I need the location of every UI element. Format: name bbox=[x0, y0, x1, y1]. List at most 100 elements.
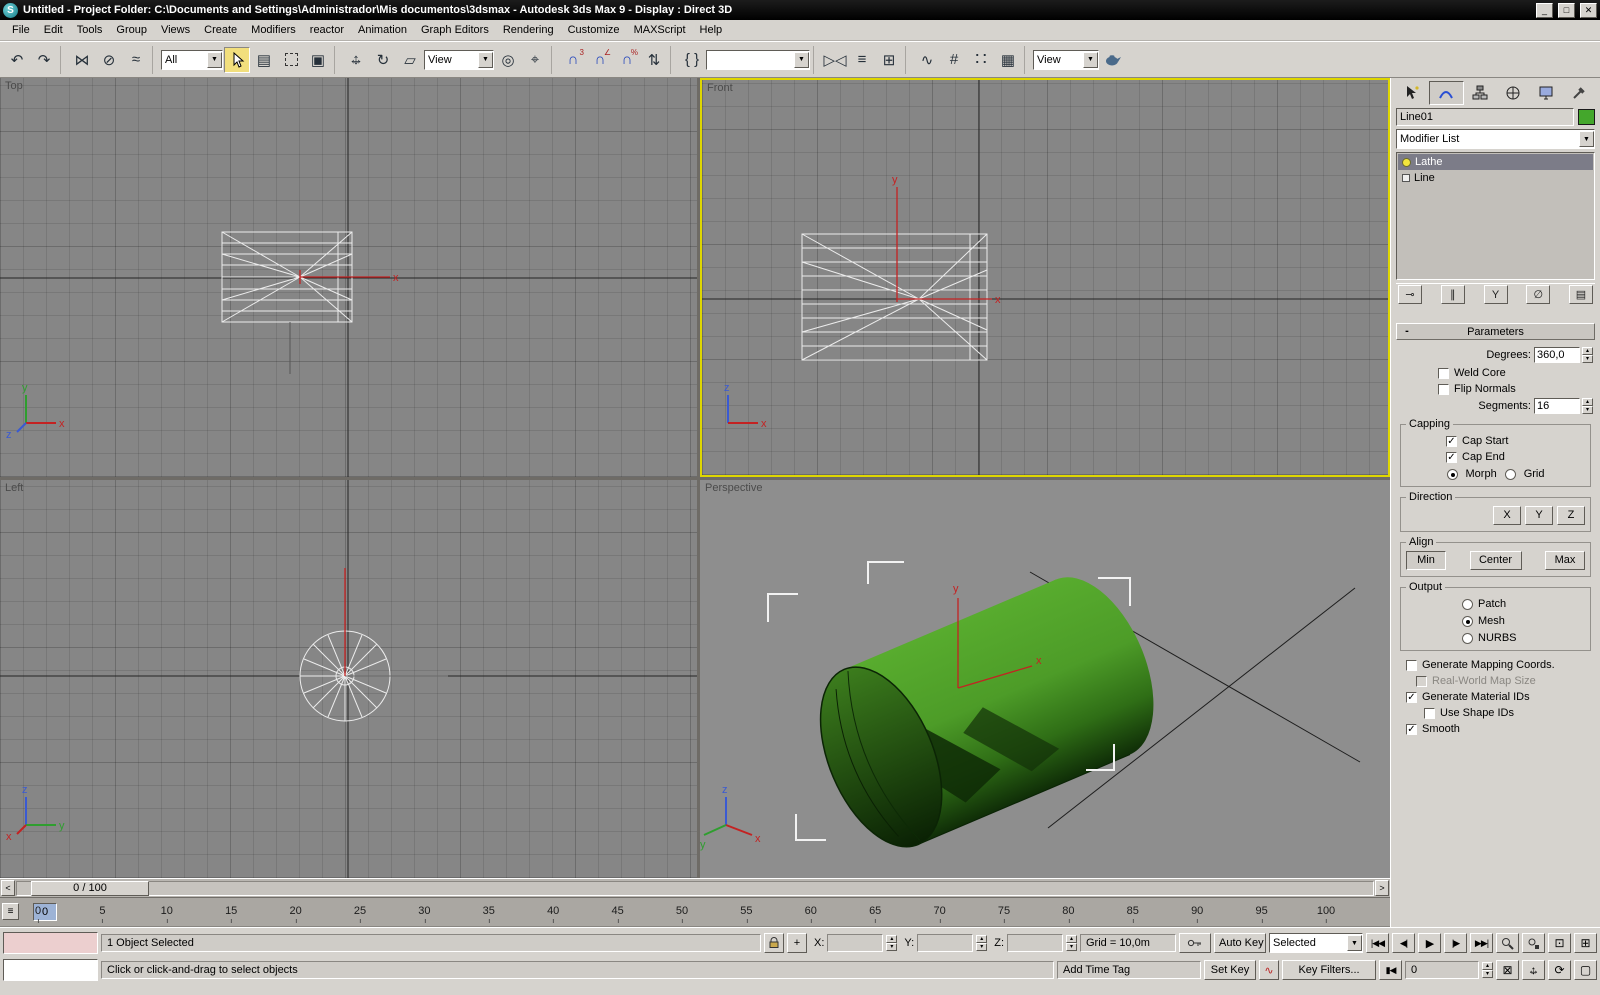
menu-item-group[interactable]: Group bbox=[109, 22, 154, 38]
current-frame-spinner[interactable]: ▴ ▾ bbox=[1482, 962, 1493, 978]
menu-item-animation[interactable]: Animation bbox=[351, 22, 414, 38]
chevron-down-icon[interactable]: ▼ bbox=[478, 51, 493, 68]
bind-to-space-warp-icon[interactable]: ≈ bbox=[123, 47, 149, 73]
modifier-visibility-bulb-icon[interactable] bbox=[1402, 157, 1411, 167]
play-animation-icon[interactable]: ▶ bbox=[1418, 933, 1441, 953]
curve-editor-icon[interactable]: ∿ bbox=[914, 47, 940, 73]
degrees-spinner[interactable]: ▴ ▾ bbox=[1582, 347, 1593, 363]
go-to-start-icon[interactable]: |◀◀ bbox=[1366, 933, 1389, 953]
menu-item-graph-editors[interactable]: Graph Editors bbox=[414, 22, 496, 38]
maxscript-mini-listener[interactable] bbox=[3, 959, 98, 981]
menu-item-customize[interactable]: Customize bbox=[561, 22, 627, 38]
menu-item-edit[interactable]: Edit bbox=[37, 22, 70, 38]
current-frame-field[interactable]: 0 bbox=[1405, 961, 1479, 979]
undo-icon[interactable]: ↶ bbox=[4, 47, 30, 73]
quick-render-icon[interactable] bbox=[1100, 47, 1126, 73]
object-axis-gizmo[interactable]: y x bbox=[892, 174, 1001, 306]
viewport-top[interactable]: x y x z Top bbox=[0, 78, 697, 477]
add-time-tag-field[interactable]: Add Time Tag bbox=[1057, 961, 1201, 979]
percent-snap-toggle-icon[interactable]: ∩% bbox=[614, 47, 640, 73]
chevron-down-icon[interactable]: ▼ bbox=[1347, 935, 1362, 951]
viewport-top-label[interactable]: Top bbox=[5, 80, 23, 92]
object-name-field[interactable]: Line01 bbox=[1396, 108, 1574, 126]
menu-item-rendering[interactable]: Rendering bbox=[496, 22, 561, 38]
arc-rotate-icon[interactable]: ⟳ bbox=[1548, 960, 1571, 980]
grid-radio[interactable] bbox=[1504, 468, 1516, 480]
degrees-input[interactable]: 360,0 bbox=[1534, 347, 1580, 363]
tab-motion[interactable] bbox=[1496, 81, 1529, 105]
select-and-scale-icon[interactable]: ▱ bbox=[397, 47, 423, 73]
min-max-viewport-toggle-icon[interactable]: ▢ bbox=[1574, 960, 1597, 980]
viewport-left-label[interactable]: Left bbox=[5, 482, 23, 494]
snap-toggle-3d-icon[interactable]: ∩ 3 bbox=[560, 47, 586, 73]
menu-item-create[interactable]: Create bbox=[197, 22, 244, 38]
next-frame-icon[interactable]: |▶ bbox=[1444, 933, 1467, 953]
use-shape-ids-checkbox[interactable] bbox=[1424, 707, 1435, 719]
spinner-snap-toggle-icon[interactable]: ⇅ bbox=[641, 47, 667, 73]
direction-x-button[interactable]: X bbox=[1493, 506, 1521, 525]
chevron-down-icon[interactable]: ▼ bbox=[1083, 51, 1098, 68]
time-slider-previous-icon[interactable]: < bbox=[1, 880, 15, 896]
z-coordinate-spinner[interactable]: ▴ ▾ bbox=[1066, 935, 1077, 951]
y-coordinate-spinner[interactable]: ▴ ▾ bbox=[976, 935, 988, 951]
output-patch-radio[interactable] bbox=[1462, 598, 1473, 610]
key-filter-selection-dropdown[interactable]: Selected ▼ bbox=[1269, 933, 1363, 953]
named-selection-sets-dropdown[interactable]: ▼ bbox=[706, 49, 810, 70]
viewport-perspective[interactable]: y x z x y Perspective bbox=[700, 480, 1390, 878]
time-slider-next-icon[interactable]: > bbox=[1375, 880, 1389, 896]
base-object-icon[interactable] bbox=[1402, 174, 1410, 182]
tab-modify[interactable] bbox=[1428, 81, 1464, 105]
auto-key-button[interactable]: Auto Key bbox=[1214, 933, 1266, 953]
menu-item-modifiers[interactable]: Modifiers bbox=[244, 22, 303, 38]
angle-snap-toggle-icon[interactable]: ∩ ∠ bbox=[587, 47, 613, 73]
make-unique-icon[interactable]: Y bbox=[1483, 285, 1508, 304]
align-center-button[interactable]: Center bbox=[1469, 551, 1522, 570]
select-object-icon[interactable] bbox=[224, 46, 250, 73]
configure-modifier-sets-icon[interactable]: ▤ bbox=[1569, 285, 1593, 304]
set-key-button[interactable]: Set Key bbox=[1204, 960, 1256, 980]
lathe-shaded-object[interactable] bbox=[796, 559, 1178, 864]
render-type-dropdown[interactable]: View ▼ bbox=[1033, 49, 1099, 70]
key-filters-button[interactable]: Key Filters... bbox=[1282, 960, 1376, 980]
align-max-button[interactable]: Max bbox=[1545, 551, 1585, 570]
viewport-front[interactable]: y x z x Front bbox=[700, 78, 1390, 477]
close-button[interactable]: ✕ bbox=[1580, 2, 1597, 18]
generate-material-ids-checkbox[interactable] bbox=[1406, 691, 1417, 703]
go-to-end-icon[interactable]: ▶▶| bbox=[1470, 933, 1493, 953]
menu-item-tools[interactable]: Tools bbox=[70, 22, 110, 38]
chevron-down-icon[interactable]: ▼ bbox=[794, 51, 809, 68]
absolute-offset-mode-toggle-icon[interactable]: + bbox=[787, 933, 808, 953]
viewport-perspective-label[interactable]: Perspective bbox=[705, 482, 762, 494]
segments-spinner[interactable]: ▴ ▾ bbox=[1582, 398, 1593, 414]
direction-y-button[interactable]: Y bbox=[1525, 506, 1553, 525]
viewport-front-label[interactable]: Front bbox=[707, 82, 733, 94]
z-coordinate-field[interactable] bbox=[1007, 934, 1063, 952]
chevron-down-icon[interactable]: ▼ bbox=[1579, 131, 1594, 147]
cap-start-checkbox[interactable] bbox=[1446, 435, 1457, 447]
morph-radio[interactable] bbox=[1446, 468, 1458, 480]
select-and-rotate-icon[interactable]: ↻ bbox=[370, 47, 396, 73]
output-mesh-radio[interactable] bbox=[1462, 615, 1473, 627]
modifier-stack-item-lathe[interactable]: Lathe bbox=[1398, 154, 1593, 170]
x-coordinate-spinner[interactable]: ▴ ▾ bbox=[886, 935, 898, 951]
pan-icon[interactable]: ↔ ↕ bbox=[1522, 960, 1545, 980]
previous-frame-icon[interactable]: ◀| bbox=[1392, 933, 1415, 953]
flip-normals-checkbox[interactable] bbox=[1438, 383, 1449, 395]
select-and-manipulate-icon[interactable]: ⌖ bbox=[522, 47, 548, 73]
modifier-stack-item-line[interactable]: Line bbox=[1398, 170, 1593, 186]
track-bar[interactable]: ≡ 0 0 5 10 15 20 25 30 35 40 45 50 55 60 65 70 75 80 85 90… bbox=[0, 897, 1390, 927]
menu-item-views[interactable]: Views bbox=[154, 22, 197, 38]
smooth-checkbox[interactable] bbox=[1406, 723, 1417, 735]
tab-create[interactable] bbox=[1396, 81, 1429, 105]
new-key-tangent-icon[interactable]: ∿ bbox=[1259, 960, 1279, 980]
redo-icon[interactable]: ↷ bbox=[31, 47, 57, 73]
parameters-rollout-header[interactable]: - Parameters bbox=[1396, 323, 1595, 340]
viewport-left[interactable]: z y x Left bbox=[0, 480, 697, 878]
menu-item-maxscript[interactable]: MAXScript bbox=[627, 22, 693, 38]
generate-mapping-coords-checkbox[interactable] bbox=[1406, 659, 1417, 671]
time-slider-track[interactable]: 0 / 100 bbox=[16, 880, 1374, 896]
object-axis-gizmo[interactable]: x bbox=[299, 270, 399, 284]
select-and-move-icon[interactable]: ↔ ↕ bbox=[343, 47, 369, 73]
object-color-swatch[interactable] bbox=[1578, 109, 1595, 125]
cap-end-checkbox[interactable] bbox=[1446, 451, 1457, 463]
